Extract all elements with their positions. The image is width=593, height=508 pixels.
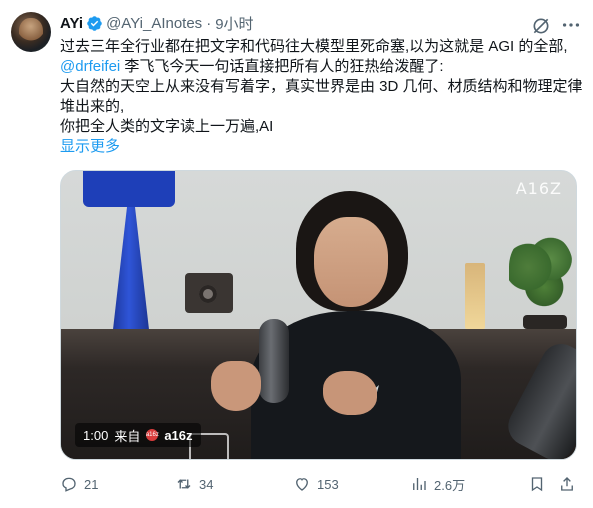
video-source-prefix: 来自: [114, 428, 141, 444]
tweet-text-line: 大自然的天空上从来没有写着字，真实世界是由 3D 几何、材质结构和物理定律: [60, 78, 583, 95]
retweet-count: 34: [199, 476, 214, 492]
tweet-text-line: @drfeifei 李飞飞今天一句话直接把所有人的狂热给泼醒了:: [60, 57, 582, 77]
video-scene-person-face: [314, 217, 388, 307]
show-more-link[interactable]: 显示更多: [60, 137, 582, 157]
video-duration: 1:00: [83, 427, 109, 443]
video-scene-pot: [523, 315, 567, 329]
timestamp[interactable]: 9小时: [215, 13, 253, 34]
share-button[interactable]: [558, 474, 576, 494]
video-scene-microphone: [259, 319, 289, 403]
bookmark-button[interactable]: [528, 474, 546, 494]
mention-link[interactable]: @drfeifei: [60, 58, 120, 75]
tweet-text-line: 堆出来的,: [60, 98, 125, 115]
separator-dot: ·: [206, 14, 212, 32]
views-icon: [413, 478, 426, 490]
views-count: 2.6万: [434, 477, 466, 493]
share-icon: [561, 477, 573, 491]
source-logo-icon: a16z: [146, 429, 159, 441]
tweet-text-fragment: 李飞飞今天一句话直接把所有人的狂热给泼醒了:: [120, 58, 444, 75]
tweet-text-line: 你把全人类的文字读上一万遍,AI: [60, 118, 274, 135]
retweet-icon: [177, 479, 191, 489]
more-icon[interactable]: [560, 14, 582, 36]
video-scene-camera: [185, 273, 233, 313]
tweet-text-line: 过去三年全行业都在把文字和代码往大模型里死命塞,以为这就是 AGI 的全部,: [60, 38, 568, 55]
tweet-actions: 21 34 153 2.6万: [60, 474, 582, 494]
verified-badge-icon: [87, 15, 102, 31]
video-scene-phone: [465, 263, 485, 329]
tweet-header: AYi @AYi_AInotes · 9小时: [60, 13, 254, 33]
video-info-overlay: 1:00 来自 a16z a16z: [75, 423, 201, 447]
author-avatar[interactable]: [11, 12, 51, 52]
bookmark-icon: [531, 477, 543, 492]
views-button[interactable]: 2.6万: [410, 474, 465, 494]
tweet-text: 过去三年全行业都在把文字和代码往大模型里死命塞,以为这就是 AGI 的全部, @…: [60, 37, 583, 157]
like-icon: [296, 478, 308, 491]
video-source-name[interactable]: a16z: [164, 428, 192, 443]
video-scene-lamp-base: [111, 207, 151, 347]
reply-icon: [62, 477, 76, 492]
video-watermark: A16Z: [515, 179, 562, 198]
author-handle[interactable]: @AYi_AInotes: [106, 15, 202, 32]
author-name[interactable]: AYi: [60, 15, 83, 32]
video-scene-hand: [323, 371, 377, 415]
video-scene-hand: [211, 361, 261, 411]
like-button[interactable]: 153: [293, 474, 339, 494]
reply-button[interactable]: 21: [60, 474, 98, 494]
grok-icon[interactable]: [531, 16, 551, 36]
retweet-button[interactable]: 34: [175, 474, 213, 494]
reply-count: 21: [84, 476, 99, 492]
video-scene-lamp: [83, 171, 175, 207]
like-count: 153: [317, 476, 339, 492]
video-player[interactable]: A16Z 1:00 来自 a16z a16z: [60, 170, 577, 460]
video-scene-plant: [509, 235, 573, 315]
